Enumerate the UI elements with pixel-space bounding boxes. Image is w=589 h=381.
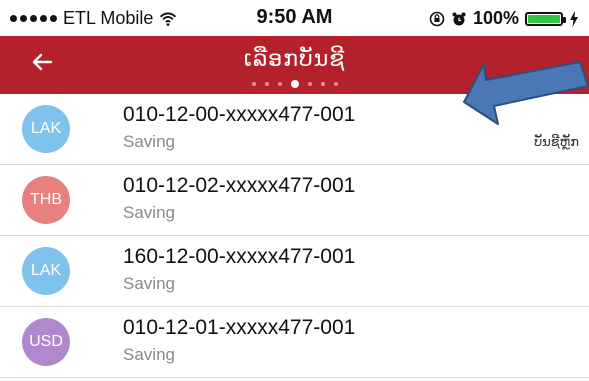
account-type: Saving bbox=[123, 274, 175, 293]
battery-percent: 100% bbox=[472, 8, 519, 28]
currency-avatar: LAK bbox=[22, 105, 70, 153]
account-number: 010-12-02-xxxxx477-001 bbox=[123, 174, 356, 197]
currency-avatar: USD bbox=[22, 318, 70, 366]
annotation-arrow-icon bbox=[463, 61, 589, 125]
account-number: 010-12-00-xxxxx477-001 bbox=[123, 103, 356, 126]
orientation-lock-icon bbox=[429, 11, 445, 26]
account-row[interactable]: THB 010-12-02-xxxxx477-001 Saving bbox=[0, 165, 589, 236]
currency-avatar: LAK bbox=[22, 247, 70, 295]
battery-icon bbox=[525, 11, 566, 26]
account-row[interactable]: USD 010-12-01-xxxxx477-001 Saving bbox=[0, 307, 589, 378]
status-right: 100% bbox=[429, 8, 579, 29]
account-type: Saving bbox=[123, 203, 175, 222]
account-list: LAK 010-12-00-xxxxx477-001 Saving ບັນຊີຫ… bbox=[0, 94, 589, 378]
account-row[interactable]: LAK 160-12-00-xxxxx477-001 Saving bbox=[0, 236, 589, 307]
primary-account-tag: ບັນຊີຫຼັກ bbox=[534, 134, 579, 149]
account-number: 010-12-01-xxxxx477-001 bbox=[123, 316, 356, 339]
account-number: 160-12-00-xxxxx477-001 bbox=[123, 245, 356, 268]
account-type: Saving bbox=[123, 132, 175, 151]
currency-avatar: THB bbox=[22, 176, 70, 224]
charging-icon bbox=[570, 10, 578, 27]
account-type: Saving bbox=[123, 345, 175, 364]
status-bar: ETL Mobile 9:50 AM 100% bbox=[0, 0, 589, 36]
alarm-icon bbox=[452, 12, 466, 25]
